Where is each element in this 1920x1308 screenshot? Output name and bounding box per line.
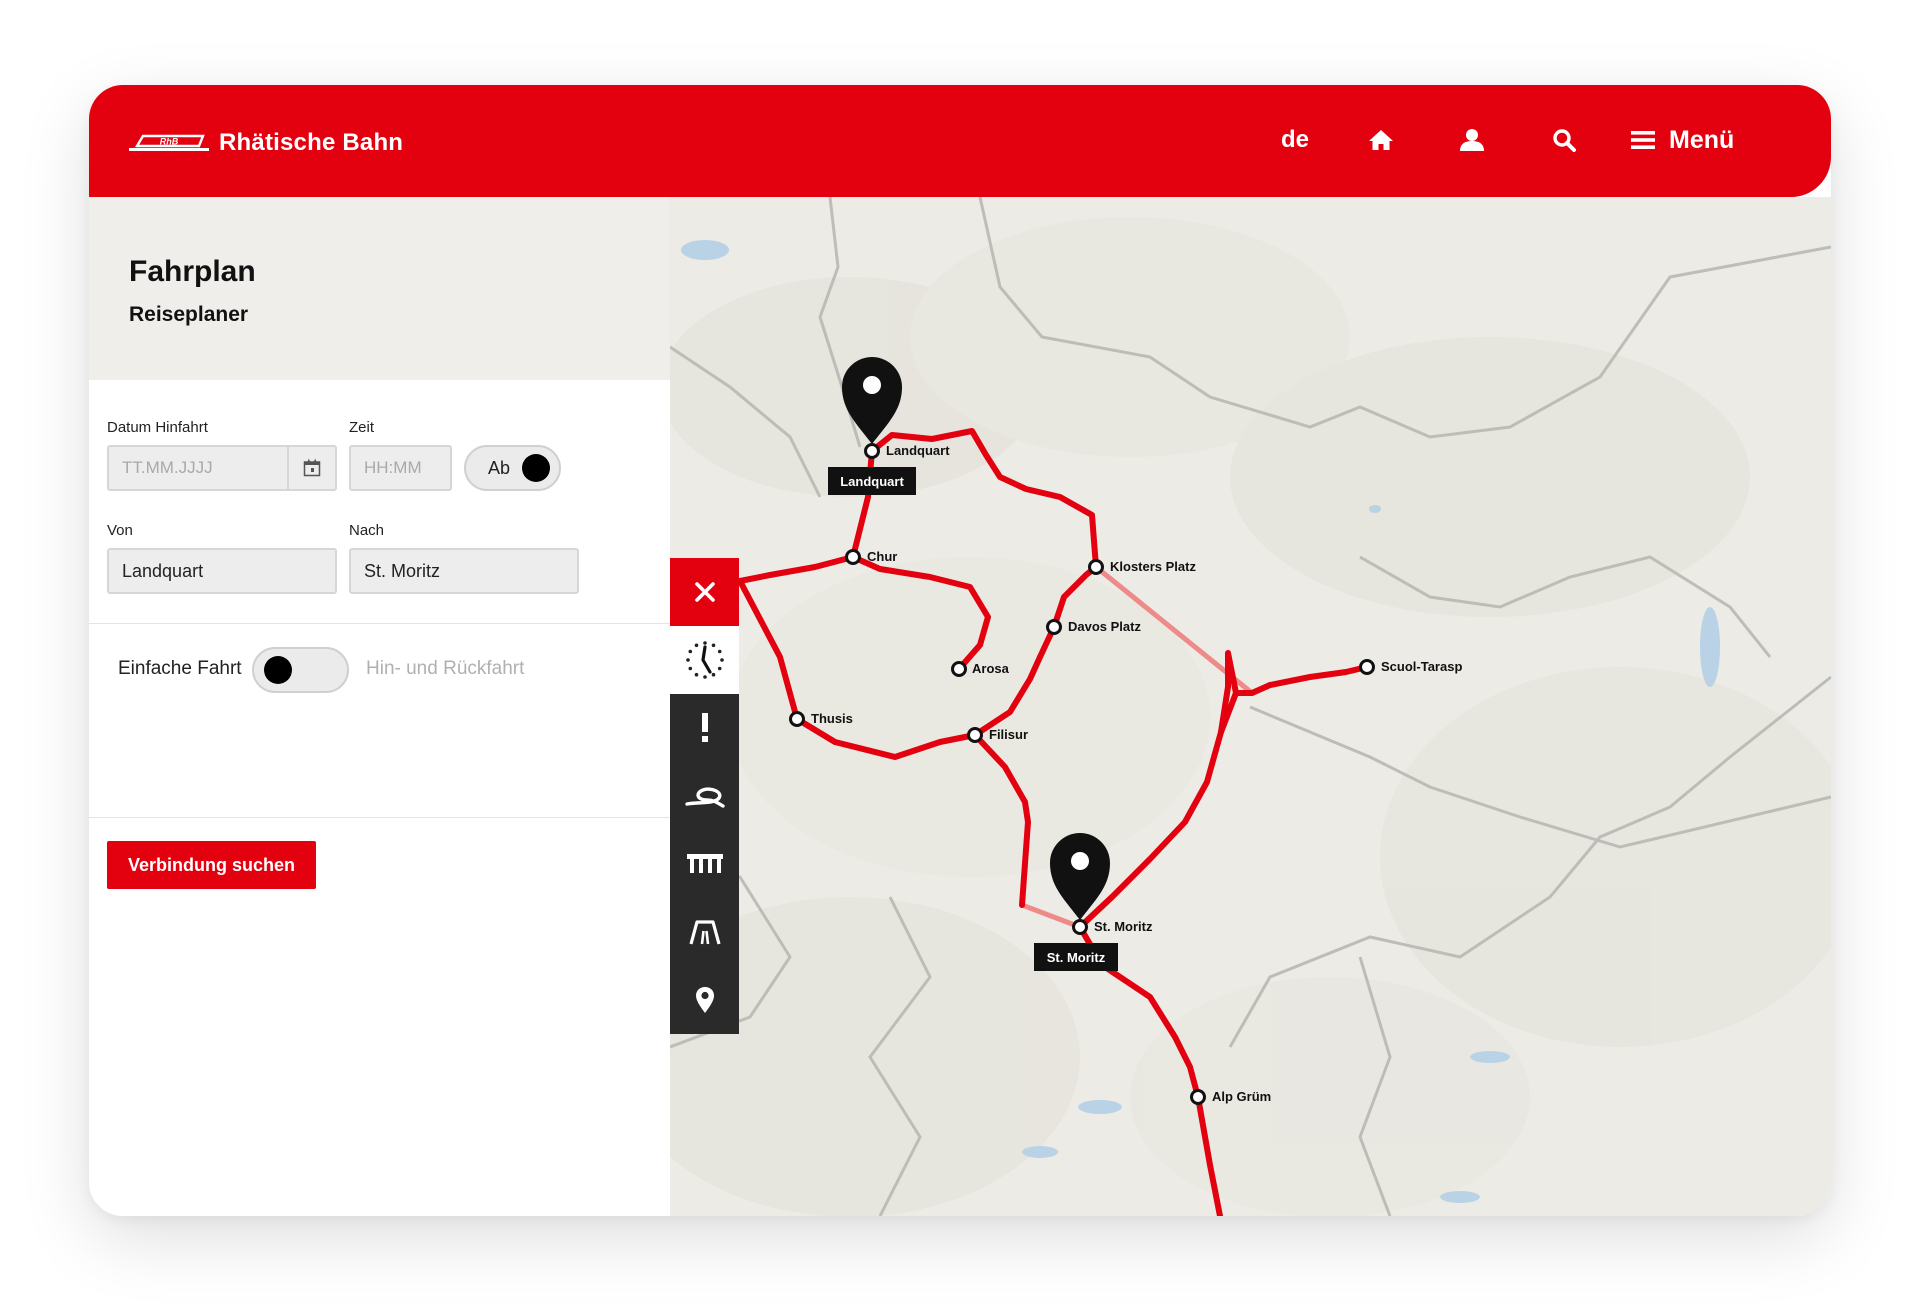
location-pin-icon: [695, 987, 714, 1013]
tunnel-icon: [688, 920, 721, 945]
locations-button[interactable]: [670, 966, 739, 1034]
toggle-knob: [264, 656, 292, 684]
station-label[interactable]: Landquart: [886, 443, 950, 458]
rail-map[interactable]: Landquart Chur Arosa Thusis Filisur Davo…: [670, 197, 1831, 1216]
time-field[interactable]: HH:MM: [349, 445, 452, 491]
start-pin-label: Landquart: [840, 474, 904, 489]
station-label[interactable]: Klosters Platz: [1110, 559, 1196, 574]
station-label[interactable]: St. Moritz: [1094, 919, 1153, 934]
round-trip-label[interactable]: Hin- und Rückfahrt: [366, 658, 524, 680]
timetable-panel: Fahrplan Reiseplaner Datum Hinfahrt TT.M…: [89, 197, 670, 1216]
end-pin-label: St. Moritz: [1047, 950, 1106, 965]
close-map-button[interactable]: [670, 558, 739, 626]
svg-text:RhB: RhB: [160, 137, 179, 147]
divider: [89, 623, 670, 624]
date-field[interactable]: TT.MM.JJJJ: [107, 445, 337, 491]
page-subtitle: Reiseplaner: [129, 303, 249, 326]
depart-arrive-toggle[interactable]: Ab: [464, 445, 561, 491]
brand-name: Rhätische Bahn: [219, 129, 404, 156]
home-button[interactable]: [1361, 119, 1401, 161]
clock-icon: [685, 641, 724, 679]
timetable-tool-button[interactable]: [670, 626, 739, 694]
close-icon: [694, 582, 715, 602]
station-label[interactable]: Thusis: [811, 711, 853, 726]
toggle-knob: [522, 454, 550, 482]
search-connection-button[interactable]: Verbindung suchen: [107, 841, 316, 889]
to-field[interactable]: St. Moritz: [349, 548, 579, 594]
date-label: Datum Hinfahrt: [107, 419, 208, 436]
route-loop-icon: [684, 787, 725, 808]
divider: [89, 817, 670, 818]
station-label[interactable]: Davos Platz: [1068, 619, 1141, 634]
station-label[interactable]: Scuol-Tarasp: [1381, 659, 1462, 674]
from-field[interactable]: Landquart: [107, 548, 337, 594]
rhb-logo-icon: RhB: [129, 134, 209, 151]
disruptions-button[interactable]: [670, 694, 739, 762]
routes-button[interactable]: [670, 762, 739, 830]
from-label: Von: [107, 522, 133, 539]
one-way-label[interactable]: Einfache Fahrt: [118, 658, 242, 680]
top-header: RhB Rhätische Bahn de Menü: [89, 85, 1831, 197]
map-toolbar: [670, 558, 739, 1034]
trip-type-toggle[interactable]: [252, 647, 349, 693]
alert-icon: [701, 713, 708, 742]
search-icon: [1553, 129, 1576, 152]
date-placeholder: TT.MM.JJJJ: [122, 458, 213, 477]
station-label[interactable]: Alp Grüm: [1212, 1089, 1271, 1104]
depart-toggle-label: Ab: [488, 458, 511, 478]
user-icon: [1460, 129, 1484, 151]
station-label[interactable]: Arosa: [972, 661, 1010, 676]
home-icon: [1369, 130, 1393, 150]
viaduct-icon: [686, 854, 723, 873]
calendar-button[interactable]: [287, 447, 335, 489]
brand-logo[interactable]: RhB Rhätische Bahn: [129, 129, 403, 157]
station-label[interactable]: Chur: [867, 549, 897, 564]
panel-header: Fahrplan Reiseplaner: [89, 197, 670, 380]
tunnels-button[interactable]: [670, 898, 739, 966]
to-label: Nach: [349, 522, 385, 539]
map-canvas[interactable]: Landquart Chur Arosa Thusis Filisur Davo…: [670, 197, 1831, 1216]
app-window: RhB Rhätische Bahn de Menü Fahrplan Reis…: [89, 85, 1831, 1216]
menu-button[interactable]: Menü: [1631, 119, 1761, 161]
menu-label: Menü: [1669, 125, 1735, 154]
time-label: Zeit: [349, 419, 375, 436]
language-switch[interactable]: de: [1275, 119, 1315, 161]
hamburger-icon: [1631, 131, 1655, 149]
search-button[interactable]: [1544, 119, 1584, 161]
page-title: Fahrplan: [129, 255, 256, 288]
viaducts-button[interactable]: [670, 830, 739, 898]
calendar-icon: [303, 459, 321, 477]
station-label[interactable]: Filisur: [989, 727, 1028, 742]
account-button[interactable]: [1452, 119, 1492, 161]
